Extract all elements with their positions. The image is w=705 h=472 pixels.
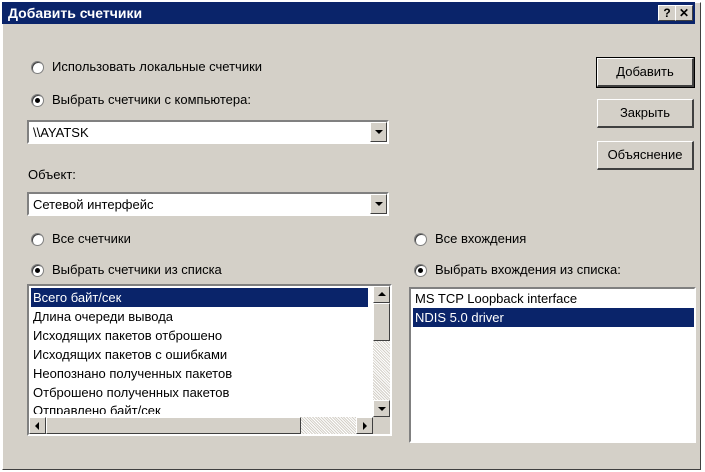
counter-item[interactable]: Отправлено байт/сек — [31, 402, 161, 414]
local-counters-radio[interactable] — [31, 61, 44, 74]
computer-combo-value: \\AYATSK — [33, 125, 89, 140]
counter-item[interactable]: Длина очереди вывода — [31, 307, 173, 326]
computer-combo-dropdown-icon[interactable] — [370, 122, 387, 142]
counter-item[interactable]: Исходящих пакетов с ошибками — [31, 345, 227, 364]
select-counters-label[interactable]: Выбрать счетчики из списка — [52, 262, 222, 277]
scroll-down-icon[interactable] — [373, 400, 390, 417]
computer-counters-radio[interactable] — [31, 94, 44, 107]
instances-listbox[interactable]: MS TCP Loopback interface NDIS 5.0 drive… — [409, 287, 696, 443]
scroll-up-icon[interactable] — [373, 286, 390, 303]
local-counters-label[interactable]: Использовать локальные счетчики — [52, 59, 262, 74]
counters-listbox[interactable]: Всего байт/сек Длина очереди вывода Исхо… — [27, 284, 392, 436]
counters-hscroll-thumb[interactable] — [46, 417, 301, 434]
counter-item[interactable]: Неопознано полученных пакетов — [31, 364, 232, 383]
close-button[interactable]: Закрыть — [597, 99, 694, 128]
select-instances-label[interactable]: Выбрать вхождения из списка: — [435, 262, 621, 277]
object-combo-dropdown-icon[interactable] — [370, 194, 387, 214]
close-window-button[interactable]: ✕ — [675, 5, 693, 21]
select-counters-radio[interactable] — [31, 264, 44, 277]
add-button[interactable]: Добавить — [596, 57, 695, 88]
instance-item[interactable]: NDIS 5.0 driver — [413, 308, 694, 327]
scroll-corner — [373, 417, 390, 434]
counter-item[interactable]: Отброшено полученных пакетов — [31, 383, 229, 402]
object-label: Объект: — [28, 167, 76, 182]
counter-item[interactable]: Всего байт/сек — [31, 288, 368, 307]
counter-item[interactable]: Исходящих пакетов отброшено — [31, 326, 222, 345]
help-button[interactable]: ? — [658, 5, 676, 21]
computer-counters-label[interactable]: Выбрать счетчики с компьютера: — [52, 92, 251, 107]
scroll-right-icon[interactable] — [356, 417, 373, 434]
instance-item[interactable]: MS TCP Loopback interface — [413, 289, 694, 308]
all-instances-label[interactable]: Все вхождения — [435, 231, 526, 246]
all-counters-radio[interactable] — [31, 233, 44, 246]
counters-vscroll-thumb[interactable] — [373, 303, 390, 341]
all-counters-label[interactable]: Все счетчики — [52, 231, 131, 246]
select-instances-radio[interactable] — [414, 264, 427, 277]
explain-button[interactable]: Объяснение — [597, 141, 694, 170]
object-combo[interactable]: Сетевой интерфейс — [27, 192, 389, 216]
scroll-left-icon[interactable] — [29, 417, 46, 434]
object-combo-value: Сетевой интерфейс — [33, 197, 154, 212]
title-bar: Добавить счетчики ? ✕ — [2, 2, 695, 24]
window-title: Добавить счетчики — [8, 5, 143, 21]
all-instances-radio[interactable] — [414, 233, 427, 246]
computer-combo[interactable]: \\AYATSK — [27, 120, 389, 144]
